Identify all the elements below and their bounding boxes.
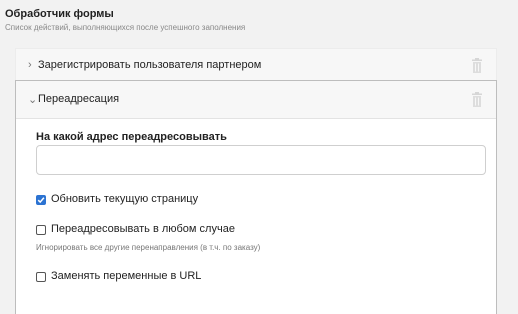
action-header-register-partner[interactable]: › Зарегистрировать пользователя партнеро… (16, 49, 496, 81)
chevron-right-icon: › (28, 59, 32, 71)
action-panel-redirect: ⌄ Переадресация На какой адрес переадрес… (15, 80, 497, 314)
refresh-page-label: Обновить текущую страницу (51, 193, 199, 205)
page-subtitle: Список действий, выполняющихся после усп… (5, 23, 246, 32)
action-label-redirect: Переадресация (38, 93, 120, 105)
replace-variables-label: Заменять переменные в URL (51, 270, 202, 282)
action-label-register-partner: Зарегистрировать пользователя партнером (38, 58, 262, 71)
action-panel-register-partner: › Зарегистрировать пользователя партнеро… (15, 48, 497, 80)
form-handler-header: Обработчик формы Список действий, выполн… (5, 8, 245, 33)
replace-variables-checkbox[interactable] (36, 271, 46, 282)
chevron-down-icon: ⌄ (28, 93, 38, 106)
checkmark-icon (37, 196, 45, 203)
trash-icon[interactable] (470, 92, 484, 108)
page-title: Обработчик формы (5, 8, 114, 20)
refresh-page-checkbox[interactable] (36, 194, 46, 205)
trash-icon[interactable] (470, 58, 484, 74)
always-redirect-option[interactable]: Переадресовывать в любом случае (36, 223, 235, 236)
action-header-redirect[interactable]: ⌄ Переадресация (16, 81, 496, 119)
refresh-page-option[interactable]: Обновить текущую страницу (36, 193, 198, 206)
redirect-address-input[interactable] (36, 145, 486, 175)
always-redirect-label: Переадресовывать в любом случае (51, 223, 235, 235)
always-redirect-checkbox[interactable] (36, 224, 46, 235)
always-redirect-hint: Игнорировать все другие перенаправления … (36, 243, 261, 252)
replace-variables-option[interactable]: Заменять переменные в URL (36, 270, 201, 283)
redirect-address-label: На какой адрес переадресовывать (36, 131, 227, 143)
